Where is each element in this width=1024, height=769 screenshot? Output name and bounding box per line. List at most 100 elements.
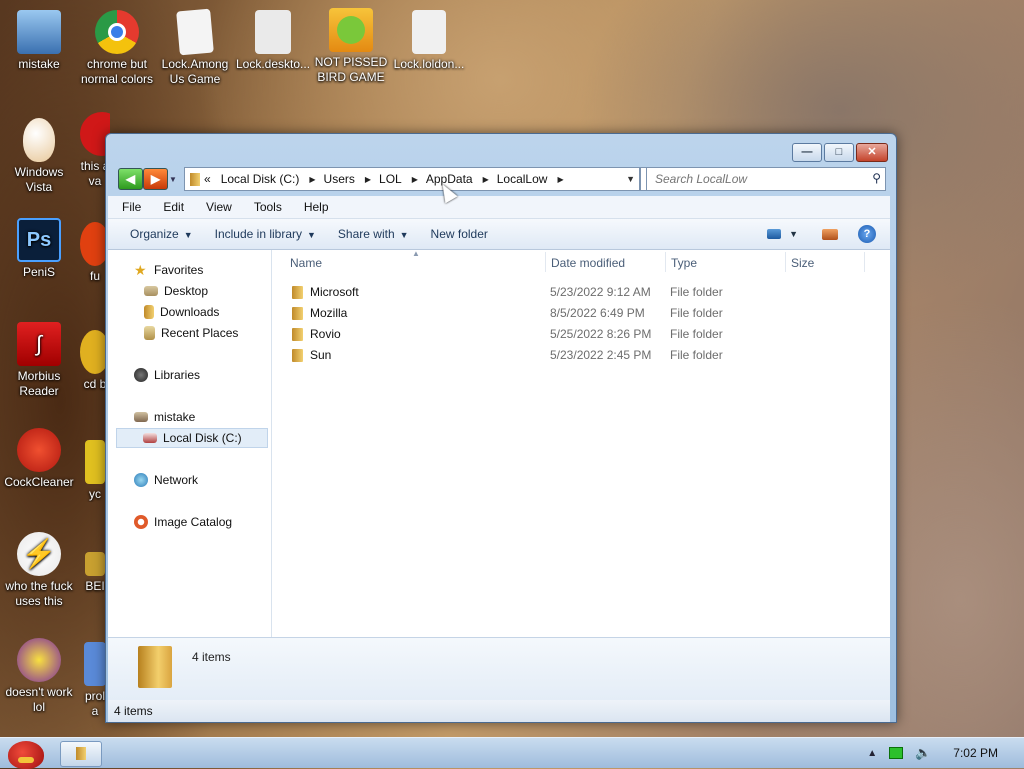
breadcrumb-overflow[interactable]: «: [200, 172, 217, 186]
share-with-button[interactable]: Share with ▼: [327, 227, 420, 241]
nav-computer-label: mistake: [154, 410, 196, 424]
forward-button[interactable]: ▶: [143, 168, 168, 190]
menu-edit[interactable]: Edit: [149, 200, 192, 214]
nav-favorites[interactable]: ★ Favorites: [134, 260, 203, 280]
chevron-right-icon[interactable]: ▶: [479, 175, 493, 184]
nav-libraries[interactable]: Libraries: [134, 365, 200, 385]
help-icon[interactable]: ?: [858, 225, 876, 243]
change-view-icon[interactable]: [767, 229, 782, 239]
folder-icon: [292, 307, 303, 320]
include-in-library-button[interactable]: Include in library ▼: [204, 227, 327, 241]
close-icon: ✕: [867, 146, 877, 158]
chevron-right-icon[interactable]: ▶: [553, 175, 567, 184]
organize-button[interactable]: Organize ▼: [108, 227, 204, 241]
chevron-right-icon[interactable]: ▶: [408, 175, 422, 184]
file-list[interactable]: Name ▲ Date modified Type Size Microsoft…: [272, 249, 890, 638]
desktop-icon-lock-desktop[interactable]: Lock.deskto...: [236, 10, 310, 72]
column-divider[interactable]: [665, 252, 666, 272]
folder-icon: [190, 172, 200, 186]
menu-help[interactable]: Help: [290, 200, 337, 214]
yahoo-messenger-icon: [17, 638, 61, 682]
volume-icon[interactable]: 🔈: [915, 745, 931, 761]
file-type: File folder: [670, 327, 723, 341]
file-type: File folder: [670, 306, 723, 320]
desktop-icon-who-uses-this[interactable]: ⚡ who the fuck uses this: [2, 532, 76, 609]
details-pane: 4 items: [108, 637, 890, 700]
network-icon: [134, 473, 148, 487]
chevron-right-icon[interactable]: ▶: [361, 175, 375, 184]
nav-image-catalog[interactable]: Image Catalog: [134, 512, 232, 532]
taskbar-explorer-button[interactable]: [60, 741, 102, 767]
breadcrumb-users[interactable]: Users: [320, 172, 361, 186]
desktop-icon-chrome[interactable]: chrome but normal colors: [80, 10, 154, 87]
maximize-button[interactable]: □: [824, 143, 854, 162]
nav-local-disk[interactable]: Local Disk (C:): [116, 428, 268, 448]
chevron-right-icon[interactable]: ▶: [305, 175, 319, 184]
breadcrumb-local-disk[interactable]: Local Disk (C:): [217, 172, 306, 186]
nav-downloads-label: Downloads: [160, 305, 220, 319]
downloads-icon: [144, 305, 154, 319]
menu-file[interactable]: File: [108, 200, 149, 214]
search-input[interactable]: [653, 171, 857, 187]
drive-icon: [143, 433, 157, 443]
desktop-icon-among-us[interactable]: Lock.Among Us Game: [158, 8, 232, 87]
search-box[interactable]: ⚲: [646, 167, 886, 191]
column-divider[interactable]: [864, 252, 865, 272]
recent-places-icon: [144, 326, 155, 340]
document-icon: [176, 8, 214, 56]
close-button[interactable]: ✕: [856, 143, 888, 162]
explorer-window[interactable]: — □ ✕ ◀ ▶ ▼ « Local Disk (C:) ▶ Users ▶ …: [105, 133, 897, 723]
menu-view[interactable]: View: [192, 200, 240, 214]
column-header-date[interactable]: Date modified: [551, 250, 661, 274]
menu-tools[interactable]: Tools: [240, 200, 290, 214]
desktop-icon-windows-vista[interactable]: Windows Vista: [2, 118, 76, 195]
nav-network[interactable]: Network: [134, 470, 198, 490]
view-options-dropdown-icon[interactable]: ▼: [789, 229, 798, 239]
search-icon[interactable]: ⚲: [872, 171, 881, 185]
clock[interactable]: 7:02 PM: [953, 746, 998, 760]
nav-computer[interactable]: mistake: [134, 407, 195, 427]
details-item-count: 4 items: [192, 650, 231, 664]
back-button[interactable]: ◀: [118, 168, 143, 190]
computer-icon: [134, 412, 148, 422]
column-header-name[interactable]: Name ▲: [290, 249, 540, 274]
desktop-icon-lock-loldon[interactable]: Lock.loldon...: [392, 10, 466, 72]
start-button[interactable]: [2, 738, 50, 769]
minimize-button[interactable]: —: [792, 143, 822, 162]
navigation-pane[interactable]: ★ Favorites Desktop Downloads Recent Pla…: [108, 250, 272, 638]
battery-icon[interactable]: [889, 747, 904, 759]
address-dropdown-icon[interactable]: ▼: [626, 174, 635, 184]
desktop-icon-mistake[interactable]: mistake: [2, 10, 76, 72]
desktop-icon-bird-game[interactable]: NOT PISSED BIRD GAME: [314, 8, 388, 85]
pig-game-icon: [329, 8, 373, 52]
desktop-icon-photoshop[interactable]: Ps PeniS: [2, 218, 76, 280]
show-hidden-icons-icon[interactable]: ▲: [867, 748, 877, 759]
address-bar[interactable]: « Local Disk (C:) ▶ Users ▶ LOL ▶ AppDat…: [184, 167, 640, 191]
nav-recent-places[interactable]: Recent Places: [144, 323, 238, 343]
desktop-icon-yahoo[interactable]: doesn't work lol: [2, 638, 76, 715]
column-divider[interactable]: [545, 252, 546, 272]
column-header-size[interactable]: Size: [791, 250, 861, 274]
egg-icon: [23, 118, 55, 162]
minimize-icon: —: [801, 146, 813, 158]
breadcrumb-lol[interactable]: LOL: [375, 172, 408, 186]
file-row-rovio[interactable]: Rovio 5/25/2022 8:26 PM File folder: [288, 324, 868, 344]
nav-libraries-label: Libraries: [154, 368, 201, 382]
desktop-icon-cockcleaner[interactable]: CockCleaner: [2, 428, 76, 490]
column-header-type[interactable]: Type: [671, 250, 771, 274]
nav-desktop[interactable]: Desktop: [144, 281, 208, 301]
nav-downloads[interactable]: Downloads: [144, 302, 219, 322]
recent-pages-dropdown-icon[interactable]: ▼: [169, 175, 177, 184]
nav-favorites-label: Favorites: [154, 263, 204, 277]
breadcrumb-locallow[interactable]: LocalLow: [493, 172, 554, 186]
file-row-microsoft[interactable]: Microsoft 5/23/2022 9:12 AM File folder: [288, 282, 868, 302]
chrome-icon: [95, 10, 139, 54]
file-date: 8/5/2022 6:49 PM: [550, 306, 645, 320]
chevron-down-icon: ▼: [399, 230, 409, 240]
column-divider[interactable]: [785, 252, 786, 272]
file-row-sun[interactable]: Sun 5/23/2022 2:45 PM File folder: [288, 345, 868, 365]
preview-pane-icon[interactable]: [822, 228, 838, 240]
file-row-mozilla[interactable]: Mozilla 8/5/2022 6:49 PM File folder: [288, 303, 868, 323]
new-folder-button[interactable]: New folder: [420, 227, 499, 241]
desktop-icon-morbius-reader[interactable]: ∫ Morbius Reader: [2, 322, 76, 399]
